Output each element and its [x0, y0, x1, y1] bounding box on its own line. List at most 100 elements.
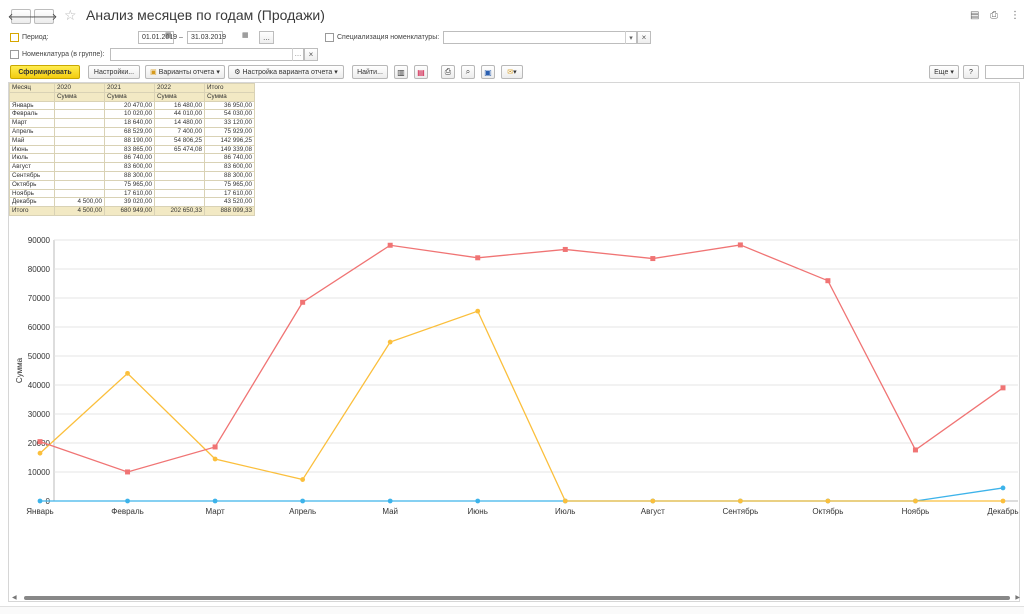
table-cell-label: Август [9, 162, 55, 172]
data-point [387, 498, 393, 504]
table-cell-value: 10 020,00 [104, 109, 155, 120]
table-cell-value: 2020 [54, 83, 105, 93]
table-cell-value: 2021 [104, 83, 155, 93]
table-row: Июль 86 740,00 86 740,00 [9, 153, 255, 164]
data-point [125, 370, 130, 376]
scroll-left-icon[interactable]: ◀ [12, 594, 17, 601]
data-point [737, 498, 743, 504]
x-tick-label: Август [641, 507, 665, 516]
y-tick-label: 50000 [28, 352, 51, 361]
table-row: Июнь 83 865,00 65 474,08 149 339,08 [9, 144, 255, 155]
table-cell-value: 16 480,00 [154, 100, 205, 111]
table-row: Май 88 190,00 54 806,25 142 996,25 [9, 135, 255, 146]
x-tick-label: Январь [26, 507, 53, 516]
data-point [212, 444, 218, 450]
table-cell-value: 54 806,25 [154, 135, 205, 146]
table-cell-value: 75 929,00 [204, 126, 255, 137]
x-tick-label: Февраль [111, 507, 144, 516]
scrollbar-thumb[interactable] [24, 596, 1010, 600]
table-cell-value: 83 865,00 [104, 144, 155, 155]
table-cell-value: 202 650,33 [154, 206, 205, 216]
data-point [125, 498, 130, 504]
table-cell-value [154, 179, 205, 190]
horizontal-scrollbar[interactable]: ◀ ▶ [10, 594, 1020, 602]
table-cell-label: Декабрь [9, 197, 55, 208]
status-bar [0, 606, 1024, 614]
table-row: Февраль 10 020,00 44 010,00 54 030,00 [9, 109, 255, 120]
data-point [650, 498, 656, 504]
y-tick-label: 10000 [28, 468, 51, 477]
table-cell-value [54, 118, 105, 128]
table-cell-value: 75 965,00 [204, 179, 255, 190]
data-point [125, 469, 131, 475]
y-tick-label: 30000 [28, 410, 51, 419]
table-cell-value: 4 500,00 [54, 206, 105, 216]
data-point [1000, 498, 1006, 504]
table-cell-value [54, 188, 105, 199]
data-point [300, 477, 306, 482]
table-cell-label: Ноябрь [9, 188, 55, 199]
table-cell-value: 54 030,00 [204, 109, 255, 120]
data-point [212, 498, 218, 504]
table-cell-label [9, 91, 55, 102]
data-point [825, 498, 831, 504]
table-cell-value: 68 529,00 [104, 126, 155, 137]
table-cell-label: Сентябрь [9, 170, 55, 181]
table-cell-value [54, 126, 105, 137]
table-cell-value: 65 474,08 [154, 144, 205, 155]
table-cell-value [54, 100, 105, 111]
table-cell-value [154, 162, 205, 172]
table-cell-value: 44 010,00 [154, 109, 205, 120]
data-point [212, 456, 218, 462]
data-point [650, 256, 656, 262]
table-row: Январь 20 470,00 16 480,00 36 950,00 [9, 100, 255, 111]
y-tick-label: 90000 [28, 236, 51, 245]
scroll-right-icon[interactable]: ▶ [1015, 594, 1020, 601]
data-point [387, 242, 393, 248]
x-tick-label: Июль [555, 507, 575, 516]
y-axis-label: Сумма [15, 357, 24, 383]
data-point [1000, 485, 1006, 491]
table-cell-value: 39 020,00 [104, 197, 155, 208]
table-cell-value [54, 144, 105, 155]
data-point [475, 255, 481, 261]
data-point [912, 447, 918, 453]
table-cell-value: 86 740,00 [104, 153, 155, 164]
table-cell-value: Сумма [54, 91, 105, 102]
table-cell-value: 88 300,00 [204, 170, 255, 181]
table-cell-value: Сумма [104, 91, 155, 102]
x-tick-label: Май [382, 507, 398, 516]
table-row: Август 83 600,00 83 600,00 [9, 162, 255, 172]
table-cell-value [54, 162, 105, 172]
table-cell-value: Сумма [204, 91, 255, 102]
table-cell-value: 20 470,00 [104, 100, 155, 111]
data-point [37, 439, 43, 445]
table-row: Декабрь 4 500,00 39 020,00 43 520,00 [9, 197, 255, 208]
x-tick-label: Сентябрь [722, 507, 758, 516]
table-header-row: Месяц 2020 2021 2022 Итого [9, 83, 255, 93]
table-cell-label: Февраль [9, 109, 55, 120]
table-cell-value [54, 135, 105, 146]
table-cell-label: Май [9, 135, 55, 146]
table-cell-value: 17 610,00 [104, 188, 155, 199]
table-row: Сентябрь 88 300,00 88 300,00 [9, 170, 255, 181]
table-cell-value: 7 400,00 [154, 126, 205, 137]
table-total-row: Итого 4 500,00 680 949,00 202 650,33 888 099… [9, 206, 255, 216]
table-cell-value: 83 600,00 [104, 162, 155, 172]
table-header-row: Сумма Сумма Сумма Сумма [9, 91, 255, 102]
table-cell-label: Итого [9, 206, 55, 216]
table-row: Март 18 640,00 14 480,00 33 120,00 [9, 118, 255, 128]
table-cell-label: Июнь [9, 144, 55, 155]
data-point [913, 498, 918, 504]
x-tick-label: Декабрь [987, 507, 1018, 516]
table-cell-label: Январь [9, 100, 55, 111]
x-tick-label: Апрель [289, 507, 316, 516]
data-point [1000, 385, 1006, 391]
x-tick-label: Июнь [468, 507, 488, 516]
data-point [300, 498, 306, 504]
series-line-2 [40, 487, 1004, 502]
table-cell-value: 43 520,00 [204, 197, 255, 208]
table-cell-label: Июль [9, 153, 55, 164]
table-cell-value: 14 480,00 [154, 118, 205, 128]
data-point [387, 339, 393, 345]
